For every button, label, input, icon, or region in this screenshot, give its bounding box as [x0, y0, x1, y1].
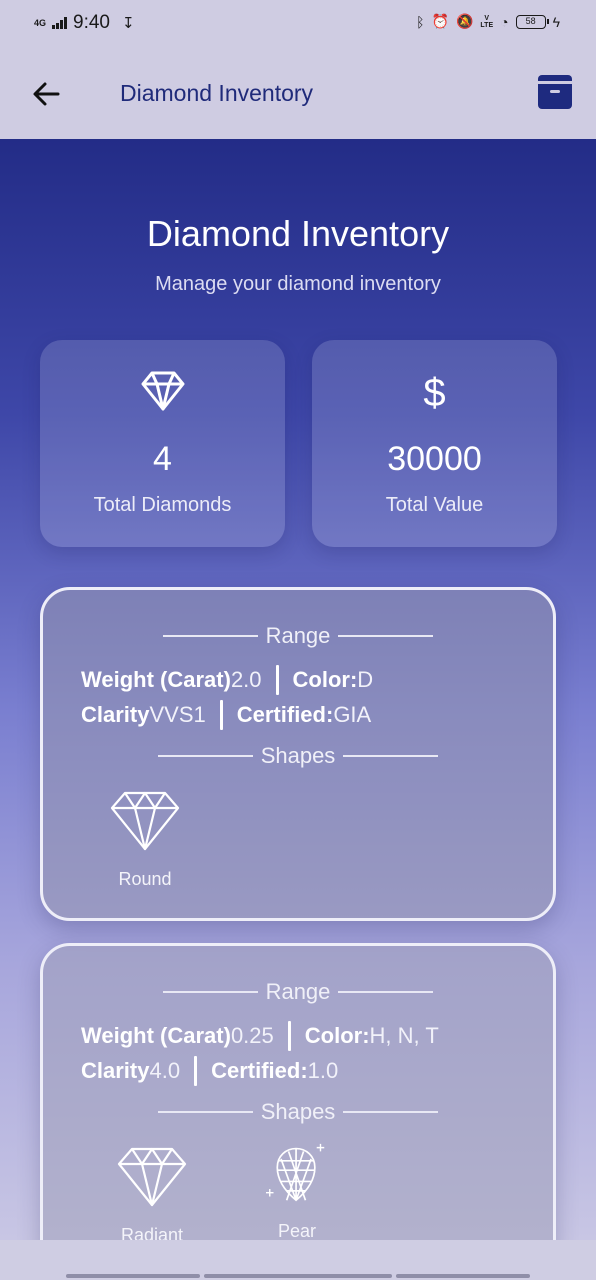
status-bar: 4G 9:40 ↧ ᛒ ⏰ 🔕 V LTE ◔ 58 ϟ: [0, 0, 596, 48]
total-value-label: Total Value: [385, 494, 484, 516]
total-diamonds-label: Total Diamonds: [93, 494, 232, 516]
total-value-card: $ 30000 Total Value: [312, 340, 557, 547]
dollar-icon: $: [423, 371, 446, 415]
arrow-left-icon: [33, 82, 60, 106]
pear-diamond-icon: [266, 1143, 325, 1202]
shapes-divider: Shapes: [43, 1099, 553, 1125]
round-diamond-icon: [110, 791, 180, 851]
range-divider: Range: [43, 979, 553, 1005]
page-subtitle: Manage your diamond inventory: [155, 273, 441, 295]
bluetooth-icon: ᛒ: [416, 13, 425, 30]
charging-icon: ϟ: [552, 13, 560, 30]
nav-indicator: [204, 1274, 392, 1278]
radiant-diamond-icon: [117, 1147, 187, 1207]
shapes-divider: Shapes: [43, 743, 553, 769]
total-diamonds-card: 4 Total Diamonds: [40, 340, 285, 547]
diamond-record-card[interactable]: Range Weight (Carat) 2.0 Color: D Clarity V…: [40, 587, 556, 921]
shape-item-round[interactable]: Round: [90, 790, 200, 890]
weight-color-row: Weight (Carat) 0.25 Color: H, N, T: [81, 1021, 439, 1051]
page-title: Diamond Inventory: [146, 213, 450, 254]
app-bar: Diamond Inventory: [0, 48, 596, 139]
diamond-icon: [141, 371, 184, 411]
status-time: 9:40: [73, 12, 110, 33]
battery-icon: 58: [515, 14, 549, 29]
nav-indicator: [396, 1274, 530, 1278]
alarm-icon: ⏰: [431, 13, 449, 29]
clarity-certified-row: Clarity 4.0 Certified: 1.0: [81, 1056, 338, 1086]
main-content[interactable]: Diamond Inventory Manage your diamond in…: [0, 139, 596, 1240]
range-divider: Range: [43, 623, 553, 649]
network-badge: 4G: [34, 17, 47, 28]
shape-item-radiant[interactable]: Radiant: [97, 1146, 207, 1240]
archive-button[interactable]: [538, 75, 572, 109]
signal-icon: [52, 17, 68, 29]
app-bar-title: Diamond Inventory: [120, 80, 314, 106]
system-nav-area: [0, 1240, 596, 1280]
back-button[interactable]: [28, 76, 64, 112]
wifi-icon: ◔: [500, 13, 509, 30]
clarity-certified-row: Clarity VVS1 Certified: GIA: [81, 700, 371, 730]
weight-color-row: Weight (Carat) 2.0 Color: D: [81, 665, 373, 695]
archive-icon: [538, 81, 572, 84]
total-value-value: 30000: [387, 440, 482, 478]
usb-icon: ↧: [122, 15, 135, 32]
total-diamonds-value: 4: [153, 440, 172, 478]
shape-item-pear[interactable]: Pear: [242, 1142, 352, 1240]
diamond-record-card[interactable]: Range Weight (Carat) 0.25 Color: H, N, T C…: [40, 943, 556, 1240]
volte-icon: V LTE: [480, 14, 494, 29]
nav-indicator: [66, 1274, 200, 1278]
mute-icon: 🔕: [455, 13, 474, 29]
